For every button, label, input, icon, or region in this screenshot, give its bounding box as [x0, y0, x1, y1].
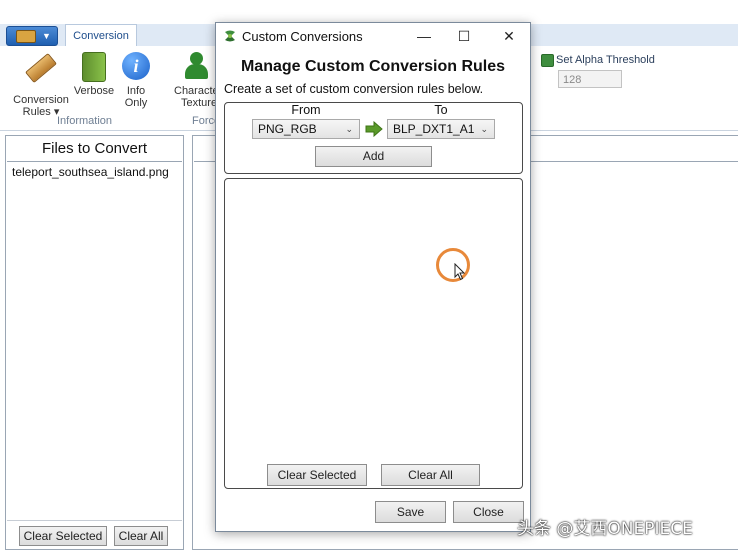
book-icon [79, 52, 109, 82]
rules-clear-all-button[interactable]: Clear All [381, 464, 480, 486]
character-icon [181, 52, 211, 82]
from-select[interactable]: PNG_RGB ⌄ [252, 119, 360, 139]
character-texture-button[interactable]: Characte Texture [174, 52, 219, 109]
close-icon[interactable]: ✕ [497, 26, 521, 46]
divider [7, 161, 182, 162]
divider [7, 520, 182, 521]
dialog-heading: Manage Custom Conversion Rules [240, 58, 506, 75]
info-only-button[interactable]: i Info Only [119, 52, 153, 109]
info-icon: i [121, 52, 151, 82]
rules-list[interactable] [224, 178, 523, 489]
maximize-icon[interactable]: ☐ [452, 26, 476, 46]
rules-clear-selected-button[interactable]: Clear Selected [267, 464, 367, 486]
to-select[interactable]: BLP_DXT1_A1 ⌄ [387, 119, 495, 139]
chevron-down-icon: ⌄ [480, 124, 488, 134]
conversion-rules-button[interactable]: Conversion Rules ▾ [12, 52, 70, 118]
briefcase-icon [16, 30, 36, 43]
dialog-subtext: Create a set of custom conversion rules … [224, 82, 484, 96]
minimize-icon[interactable]: — [412, 26, 436, 46]
chevron-down-icon: ▼ [42, 31, 51, 41]
dialog-title: Custom Conversions [242, 29, 363, 44]
alpha-threshold-input[interactable]: 128 [558, 70, 622, 88]
ruler-icon [25, 52, 57, 91]
info-only-label-2: Only [124, 97, 148, 109]
verbose-label: Verbose [73, 85, 115, 97]
info-only-label-1: Info [126, 85, 146, 97]
character-texture-label-2: Texture [181, 97, 218, 109]
files-clear-selected-button[interactable]: Clear Selected [19, 526, 107, 546]
verbose-button[interactable]: Verbose [73, 52, 115, 97]
group-label-information: Information [57, 115, 113, 127]
alpha-threshold-label: Set Alpha Threshold [556, 54, 655, 66]
from-label: From [291, 103, 321, 117]
close-button[interactable]: Close [453, 501, 524, 523]
chevron-down-icon: ⌄ [345, 124, 353, 134]
add-rule-button[interactable]: Add [315, 146, 432, 167]
app-logo-icon [225, 30, 235, 42]
files-panel [5, 135, 184, 550]
mouse-pointer-icon [454, 263, 466, 281]
alpha-threshold-icon [541, 54, 554, 67]
to-select-value: BLP_DXT1_A1 [393, 122, 475, 136]
files-panel-title: Files to Convert [41, 140, 148, 157]
tab-conversion[interactable]: Conversion [65, 24, 137, 47]
list-item[interactable]: teleport_southsea_island.png [12, 165, 169, 179]
files-clear-all-button[interactable]: Clear All [114, 526, 168, 546]
from-select-value: PNG_RGB [258, 122, 317, 136]
watermark-text: 头条 @艾西ONEPIECE [517, 519, 693, 539]
conversion-rules-label-1: Conversion [13, 94, 69, 106]
save-button[interactable]: Save [375, 501, 446, 523]
character-texture-label-1: Characte [174, 85, 219, 97]
app-menu-button[interactable]: ▼ [6, 26, 58, 46]
to-label: To [434, 103, 448, 117]
arrow-right-icon [365, 121, 383, 137]
